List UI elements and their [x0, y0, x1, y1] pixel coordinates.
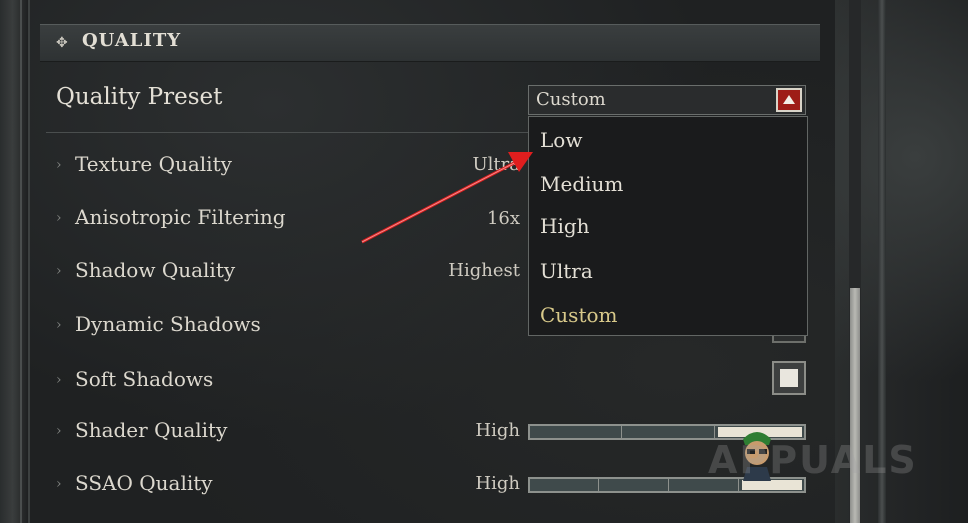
watermark: APPUALS: [708, 438, 918, 482]
